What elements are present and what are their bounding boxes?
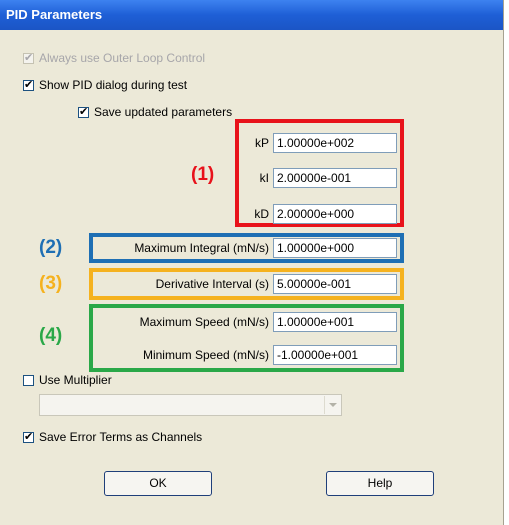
- outer-loop-checkbox: ✔: [23, 51, 34, 64]
- max-integral-input[interactable]: 1.00000e+000: [273, 238, 397, 258]
- min-speed-input[interactable]: -1.00000e+001: [273, 345, 397, 365]
- max-speed-label: Maximum Speed (mN/s): [139, 315, 269, 329]
- window-title: PID Parameters: [6, 7, 103, 22]
- use-multiplier-label[interactable]: Use Multiplier: [39, 373, 112, 387]
- kp-input[interactable]: 1.00000e+002: [273, 133, 397, 153]
- pid-parameters-dialog: PID Parameters ✔ Always use Outer Loop C…: [0, 0, 504, 525]
- check-mark-icon: ✔: [24, 430, 34, 443]
- check-mark-icon: ✔: [79, 105, 89, 118]
- ki-input[interactable]: 2.00000e-001: [273, 168, 397, 188]
- kd-label: kD: [254, 207, 269, 221]
- save-params-checkbox[interactable]: ✔: [78, 105, 89, 118]
- max-integral-label: Maximum Integral (mN/s): [134, 241, 269, 255]
- kd-input[interactable]: 2.00000e+000: [273, 204, 397, 224]
- save-params-label[interactable]: Save updated parameters: [94, 105, 232, 119]
- save-error-checkbox[interactable]: ✔: [23, 430, 34, 443]
- annotation-label-4: (4): [39, 325, 63, 346]
- outer-loop-label: Always use Outer Loop Control: [39, 51, 206, 65]
- title-bar[interactable]: PID Parameters: [0, 0, 503, 30]
- annotation-label-2: (2): [39, 237, 63, 258]
- multiplier-select: [39, 394, 342, 416]
- check-mark-icon: ✔: [24, 78, 34, 91]
- derivative-interval-label: Derivative Interval (s): [155, 277, 269, 291]
- show-dialog-checkbox[interactable]: ✔: [23, 78, 34, 91]
- kp-label: kP: [254, 136, 269, 150]
- ki-label: kI: [259, 171, 269, 185]
- help-button[interactable]: Help: [326, 471, 434, 496]
- chevron-down-icon: [329, 403, 337, 407]
- min-speed-label: Minimum Speed (mN/s): [142, 348, 269, 362]
- check-mark-icon: ✔: [24, 51, 34, 64]
- derivative-interval-input[interactable]: 5.00000e-001: [273, 274, 397, 294]
- annotation-label-1: (1): [191, 164, 215, 185]
- dropdown-button: [324, 396, 340, 414]
- use-multiplier-checkbox[interactable]: [23, 375, 34, 386]
- ok-button[interactable]: OK: [104, 471, 212, 496]
- show-dialog-label[interactable]: Show PID dialog during test: [39, 78, 187, 92]
- annotation-label-3: (3): [39, 273, 63, 294]
- save-error-label[interactable]: Save Error Terms as Channels: [39, 430, 202, 444]
- max-speed-input[interactable]: 1.00000e+001: [273, 312, 397, 332]
